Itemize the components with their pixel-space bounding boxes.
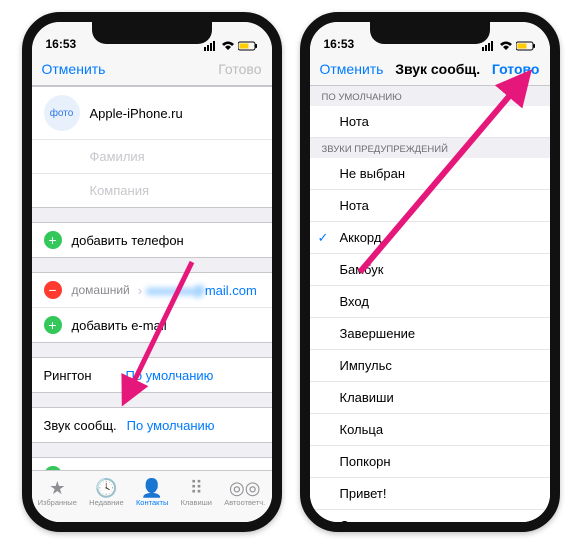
item-label: Синтезатор bbox=[340, 518, 410, 522]
item-label: Вход bbox=[340, 294, 369, 309]
clock-icon: 🕓 bbox=[95, 479, 117, 497]
status-time: 16:53 bbox=[46, 37, 77, 51]
notch bbox=[370, 22, 490, 44]
sound-list[interactable]: ПО УМОЛЧАНИЮ Нота ЗВУКИ ПРЕДУПРЕЖДЕНИЙ Н… bbox=[310, 86, 550, 522]
done-button-disabled: Готово bbox=[218, 61, 261, 77]
status-time: 16:53 bbox=[324, 37, 355, 51]
lastname-placeholder: Фамилия bbox=[90, 149, 145, 164]
item-label: Кольца bbox=[340, 422, 384, 437]
phone-right: 16:53 Отменить Звук сообщ. Готово ПО УМО… bbox=[300, 12, 560, 532]
list-item[interactable]: ✓ Аккорд bbox=[310, 222, 550, 254]
plus-icon: + bbox=[44, 316, 62, 334]
email-value-blurred: xxxxxxx@ bbox=[146, 283, 205, 298]
textsound-label: Звук сообщ. bbox=[44, 418, 117, 433]
item-label: Не выбран bbox=[340, 166, 406, 181]
item-label: Клавиши bbox=[340, 390, 394, 405]
checkmark-icon: ✓ bbox=[318, 230, 329, 246]
company-placeholder: Компания bbox=[90, 183, 150, 198]
tab-favorites[interactable]: ★ Избранные bbox=[38, 479, 77, 507]
item-label: Привет! bbox=[340, 486, 387, 501]
minus-icon: − bbox=[44, 281, 62, 299]
list-item[interactable]: Завершение bbox=[310, 318, 550, 350]
cancel-button[interactable]: Отменить bbox=[320, 61, 384, 77]
section-default: ПО УМОЛЧАНИЮ bbox=[310, 86, 550, 106]
list-item[interactable]: Привет! bbox=[310, 478, 550, 510]
tab-label: Контакты bbox=[136, 498, 168, 507]
company-row[interactable]: Компания bbox=[32, 173, 272, 207]
item-label: Импульс bbox=[340, 358, 392, 373]
tab-label: Недавние bbox=[89, 498, 123, 507]
item-label: Попкорн bbox=[340, 454, 391, 469]
item-label: Завершение bbox=[340, 326, 416, 341]
nav-bar: Отменить Звук сообщ. Готово bbox=[310, 52, 550, 86]
list-item[interactable]: Нота bbox=[310, 106, 550, 138]
add-phone-label: добавить телефон bbox=[72, 233, 184, 248]
photo-badge[interactable]: фото bbox=[44, 95, 80, 131]
phone-left: 16:53 Отменить Готово фото Apple-iPhone.… bbox=[22, 12, 282, 532]
tab-contacts[interactable]: 👤 Контакты bbox=[136, 479, 168, 507]
done-button[interactable]: Готово bbox=[492, 61, 540, 77]
list-item[interactable]: Кольца bbox=[310, 414, 550, 446]
textsound-value: По умолчанию bbox=[127, 418, 215, 433]
home-email-row[interactable]: − домашний › xxxxxxx@mail.com bbox=[32, 273, 272, 307]
tab-label: Избранные bbox=[38, 498, 77, 507]
item-label: Бамбук bbox=[340, 262, 384, 277]
name-value: Apple-iPhone.ru bbox=[90, 106, 183, 121]
nav-bar: Отменить Готово bbox=[32, 52, 272, 86]
status-indicators bbox=[482, 41, 536, 51]
email-suffix: mail.com bbox=[205, 283, 257, 298]
notch bbox=[92, 22, 212, 44]
home-label: домашний bbox=[72, 283, 130, 297]
tab-bar: ★ Избранные 🕓 Недавние 👤 Контакты ⠿ Клав… bbox=[32, 470, 272, 522]
cancel-button[interactable]: Отменить bbox=[42, 61, 106, 77]
tab-label: Автоответч. bbox=[224, 498, 265, 507]
list-item[interactable]: Попкорн bbox=[310, 446, 550, 478]
ringtone-value: По умолчанию bbox=[126, 368, 214, 383]
item-label: Нота bbox=[340, 114, 369, 129]
lastname-row[interactable]: Фамилия bbox=[32, 139, 272, 173]
voicemail-icon: ◎◎ bbox=[229, 479, 260, 497]
list-item[interactable]: Вход bbox=[310, 286, 550, 318]
plus-icon: + bbox=[44, 231, 62, 249]
tab-recents[interactable]: 🕓 Недавние bbox=[89, 479, 123, 507]
list-item[interactable]: Синтезатор bbox=[310, 510, 550, 522]
person-icon: 👤 bbox=[141, 479, 163, 497]
item-label: Аккорд bbox=[340, 230, 382, 245]
list-item[interactable]: Клавиши bbox=[310, 382, 550, 414]
add-phone-row[interactable]: + добавить телефон bbox=[32, 223, 272, 257]
section-alerts: ЗВУКИ ПРЕДУПРЕЖДЕНИЙ bbox=[310, 138, 550, 158]
ringtone-row[interactable]: Рингтон По умолчанию bbox=[32, 358, 272, 392]
list-item[interactable]: Бамбук bbox=[310, 254, 550, 286]
list-item[interactable]: Импульс bbox=[310, 350, 550, 382]
tab-keypad[interactable]: ⠿ Клавиши bbox=[181, 479, 212, 507]
ringtone-label: Рингтон bbox=[44, 368, 116, 383]
add-email-row[interactable]: + добавить e-mail bbox=[32, 307, 272, 342]
nav-title: Звук сообщ. bbox=[395, 61, 480, 77]
list-item[interactable]: Не выбран bbox=[310, 158, 550, 190]
name-row[interactable]: фото Apple-iPhone.ru bbox=[32, 87, 272, 139]
keypad-icon: ⠿ bbox=[190, 479, 203, 497]
item-label: Нота bbox=[340, 198, 369, 213]
status-indicators bbox=[204, 41, 258, 51]
add-email-label: добавить e-mail bbox=[72, 318, 167, 333]
star-icon: ★ bbox=[49, 479, 65, 497]
tab-label: Клавиши bbox=[181, 498, 212, 507]
edit-contact-content: фото Apple-iPhone.ru Фамилия Компания + … bbox=[32, 86, 272, 522]
textsound-row[interactable]: Звук сообщ. По умолчанию bbox=[32, 408, 272, 442]
tab-voicemail[interactable]: ◎◎ Автоответч. bbox=[224, 479, 265, 507]
list-item[interactable]: Нота bbox=[310, 190, 550, 222]
